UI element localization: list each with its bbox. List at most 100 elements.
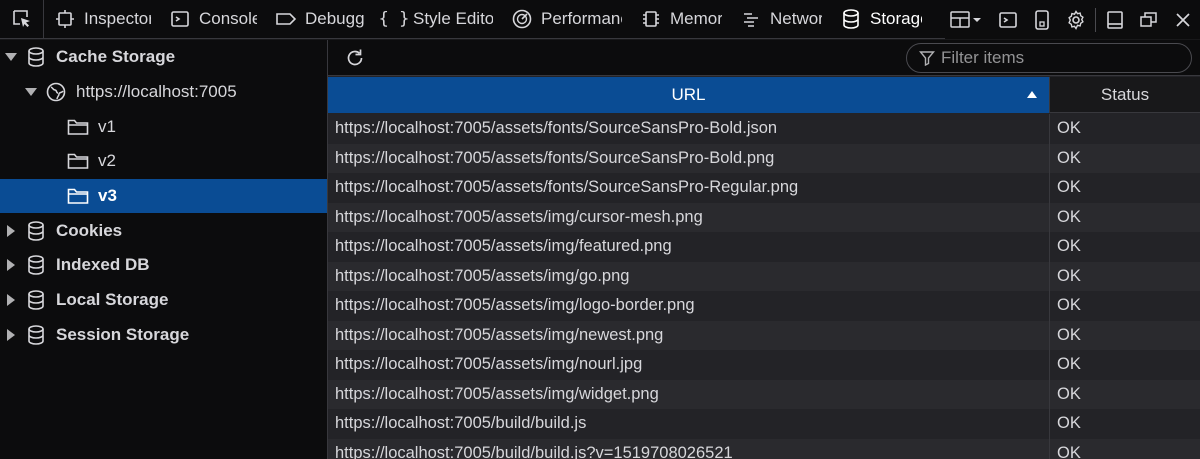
settings-button[interactable]: [1059, 0, 1093, 39]
database-icon: [24, 253, 48, 277]
collapsed-triangle-icon[interactable]: [4, 328, 18, 342]
collapsed-triangle-icon[interactable]: [4, 258, 18, 272]
tab-performance[interactable]: Performance: [501, 0, 630, 39]
table-row[interactable]: https://localhost:7005/assets/img/logo-b…: [328, 291, 1200, 321]
table-row[interactable]: https://localhost:7005/assets/img/featur…: [328, 232, 1200, 262]
expanded-triangle-icon[interactable]: [4, 50, 18, 64]
tab-label: Inspector: [84, 9, 151, 28]
network-icon: [740, 8, 762, 30]
table-row[interactable]: https://localhost:7005/assets/fonts/Sour…: [328, 143, 1200, 173]
tab-label: Style Editor: [413, 9, 493, 28]
status-cell: OK: [1049, 114, 1200, 144]
tab-console[interactable]: Console: [159, 0, 265, 39]
table-toolbar: [328, 40, 1200, 76]
scratchpad-button[interactable]: [991, 0, 1025, 39]
toolbar-separator: [1095, 7, 1096, 32]
tree-item-label: Cache Storage: [56, 47, 176, 66]
filter-box: [906, 43, 1192, 73]
folder-icon: [66, 184, 90, 208]
url-cell: https://localhost:7005/assets/img/cursor…: [335, 207, 703, 226]
responsive-design-button[interactable]: [1025, 0, 1059, 39]
style-editor-icon: { }: [378, 9, 410, 29]
database-icon: [24, 219, 48, 243]
tree-item-session-storage[interactable]: Session Storage: [0, 318, 327, 352]
storage-tree: Cache Storage https://localhost:7005 v1 …: [0, 40, 328, 459]
table-row[interactable]: https://localhost:7005/assets/fonts/Sour…: [328, 114, 1200, 144]
expanded-triangle-icon[interactable]: [24, 85, 38, 99]
status-cell: OK: [1049, 173, 1200, 203]
close-toolbox-button[interactable]: [1166, 0, 1200, 39]
url-cell: https://localhost:7005/assets/img/widget…: [335, 384, 659, 403]
table-row[interactable]: https://localhost:7005/assets/img/nourl.…: [328, 350, 1200, 380]
debugger-icon: [275, 8, 297, 30]
table-row[interactable]: https://localhost:7005/build/build.js?v=…: [328, 438, 1200, 459]
table-row[interactable]: https://localhost:7005/assets/img/widget…: [328, 379, 1200, 409]
table-row[interactable]: https://localhost:7005/build/build.js OK: [328, 409, 1200, 439]
memory-icon: [640, 8, 662, 30]
refresh-button[interactable]: [342, 45, 368, 71]
status-cell: OK: [1049, 202, 1200, 232]
close-icon: [1176, 12, 1190, 27]
tree-item-label: Session Storage: [56, 325, 190, 344]
column-header-label: URL: [671, 85, 706, 104]
status-cell: OK: [1049, 232, 1200, 262]
performance-icon: [511, 8, 533, 30]
tree-item-label: Local Storage: [56, 290, 169, 309]
tab-storage[interactable]: Storage: [830, 0, 930, 39]
status-cell: OK: [1049, 379, 1200, 409]
status-cell: OK: [1049, 320, 1200, 350]
layout-dropdown-icon: [950, 10, 981, 28]
table-row[interactable]: https://localhost:7005/assets/img/newest…: [328, 320, 1200, 350]
globe-icon: [44, 80, 68, 104]
storage-icon: [840, 8, 862, 30]
tree-item-label: v1: [98, 117, 116, 136]
dock-bottom-button[interactable]: [1098, 0, 1132, 39]
url-cell: https://localhost:7005/assets/img/featur…: [335, 237, 672, 256]
tree-item-cache-storage[interactable]: Cache Storage: [0, 40, 327, 74]
tree-item-cache-v1[interactable]: v1: [0, 110, 327, 144]
tab-style-editor[interactable]: { } Style Editor: [373, 0, 501, 39]
url-cell: https://localhost:7005/build/build.js: [335, 414, 587, 433]
table-row[interactable]: https://localhost:7005/assets/img/cursor…: [328, 202, 1200, 232]
tree-item-local-storage[interactable]: Local Storage: [0, 283, 327, 317]
url-cell: https://localhost:7005/build/build.js?v=…: [335, 443, 733, 459]
folder-icon: [66, 149, 90, 173]
tree-item-label: https://localhost:7005: [76, 82, 237, 101]
console-icon: [169, 8, 191, 30]
tab-label: Debugger: [305, 9, 365, 28]
tree-item-label: Cookies: [56, 221, 123, 240]
separate-window-button[interactable]: [1132, 0, 1166, 39]
toggle-split-console-button[interactable]: [945, 0, 991, 39]
status-cell: OK: [1049, 409, 1200, 439]
table-row[interactable]: https://localhost:7005/assets/fonts/Sour…: [328, 173, 1200, 203]
windows-icon: [1140, 11, 1157, 27]
dock-side-icon: [1107, 10, 1123, 29]
url-cell: https://localhost:7005/assets/fonts/Sour…: [335, 148, 775, 167]
console-window-icon: [999, 11, 1017, 28]
url-cell: https://localhost:7005/assets/img/go.png: [335, 266, 630, 285]
element-picker-button[interactable]: [0, 0, 44, 39]
table-row[interactable]: https://localhost:7005/assets/img/go.png…: [328, 261, 1200, 291]
column-header-status[interactable]: Status: [1049, 77, 1200, 112]
tree-item-cache-v3[interactable]: v3: [0, 179, 327, 213]
table-header: URL Status: [328, 77, 1200, 113]
collapsed-triangle-icon[interactable]: [4, 293, 18, 307]
tree-item-indexed-db[interactable]: Indexed DB: [0, 248, 327, 282]
status-cell: OK: [1049, 143, 1200, 173]
collapsed-triangle-icon[interactable]: [4, 224, 18, 238]
tab-inspector[interactable]: Inspector: [44, 0, 159, 39]
url-cell: https://localhost:7005/assets/fonts/Sour…: [335, 178, 799, 197]
tree-item-cache-v2[interactable]: v2: [0, 144, 327, 178]
tab-debugger[interactable]: Debugger: [265, 0, 373, 39]
inspector-icon: [54, 8, 76, 30]
filter-input[interactable]: [941, 48, 1181, 68]
tree-item-cookies[interactable]: Cookies: [0, 214, 327, 248]
column-header-label: Status: [1100, 84, 1150, 104]
column-header-url[interactable]: URL: [328, 77, 1049, 113]
tab-network[interactable]: Network: [730, 0, 830, 39]
tab-memory[interactable]: Memory: [630, 0, 730, 39]
url-cell: https://localhost:7005/assets/fonts/Sour…: [335, 119, 778, 138]
tree-item-host[interactable]: https://localhost:7005: [0, 75, 327, 109]
phone-icon: [1035, 9, 1049, 30]
url-cell: https://localhost:7005/assets/img/newest…: [335, 325, 664, 344]
